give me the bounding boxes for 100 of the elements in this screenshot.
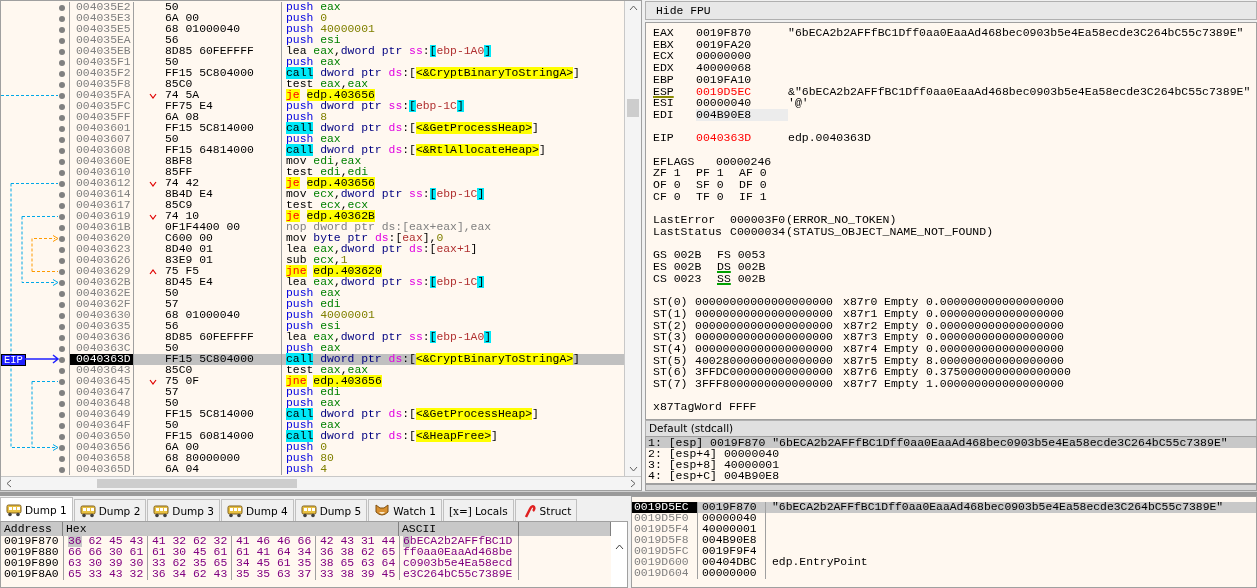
register-value[interactable]: 00000000: [696, 50, 788, 63]
breakpoint-dot-icon[interactable]: [59, 290, 65, 297]
column-header[interactable]: Hex: [63, 522, 399, 536]
register-value[interactable]: C0000034: [730, 225, 786, 238]
tab[interactable]: Dump 1: [0, 497, 73, 521]
register-value[interactable]: 002B: [737, 261, 766, 273]
register-value[interactable]: 00000000000000000000: [695, 307, 843, 320]
breakpoint-dot-icon[interactable]: [59, 411, 65, 418]
register-value[interactable]: 004B90E8: [696, 108, 788, 121]
breakpoint-dot-icon[interactable]: [59, 48, 65, 55]
breakpoint-dot-icon[interactable]: [59, 191, 65, 198]
horizontal-scrollbar[interactable]: [1, 476, 641, 490]
breakpoint-dot-icon[interactable]: [59, 279, 65, 286]
register-value[interactable]: 40000068: [696, 62, 788, 74]
breakpoint-dot-icon[interactable]: [59, 268, 65, 275]
scroll-thumb[interactable]: [97, 479, 297, 488]
breakpoint-dot-icon[interactable]: [59, 466, 65, 473]
register-value[interactable]: 40028000000000000000: [695, 354, 843, 367]
argument-row[interactable]: 1: [esp] 0019F870 "6bECA2b2AFFfBC1Dff0aa0EaaAd468bec0903b5e4Ea58ecde3C264bC55c7389E": [646, 437, 1256, 448]
horizontal-scrollbar[interactable]: [645, 484, 1257, 491]
breakpoint-dot-icon[interactable]: [59, 202, 65, 209]
tab[interactable]: Dump 2: [73, 499, 147, 521]
register-value[interactable]: 002B: [673, 261, 702, 273]
register-value[interactable]: 00000000000000000000: [695, 319, 843, 332]
register-value[interactable]: 0019FA10: [696, 73, 788, 86]
argument-row[interactable]: 3: [esp+8] 40000001: [646, 459, 1256, 470]
column-header[interactable]: Address: [1, 522, 63, 536]
breakpoint-dot-icon[interactable]: [59, 37, 65, 44]
breakpoint-dot-icon[interactable]: [59, 444, 65, 451]
flag-value[interactable]: CF 0: [653, 190, 696, 203]
breakpoint-dot-icon[interactable]: [59, 334, 65, 341]
breakpoint-dot-icon[interactable]: [59, 356, 65, 363]
scroll-right-icon[interactable]: [630, 479, 636, 488]
breakpoint-dot-icon[interactable]: [59, 180, 65, 187]
scroll-left-icon[interactable]: [6, 479, 12, 488]
flag-value[interactable]: OF 0: [653, 179, 696, 191]
breakpoint-dot-icon[interactable]: [59, 323, 65, 330]
tab[interactable]: Watch 1: [368, 499, 442, 521]
argument-row[interactable]: 2: [esp+4] 00000040: [646, 448, 1256, 459]
hide-fpu-button[interactable]: Hide FPU: [645, 1, 1257, 20]
breakpoint-dot-icon[interactable]: [59, 455, 65, 462]
register-value[interactable]: 0023: [673, 272, 702, 285]
flag-value[interactable]: SF 0: [696, 179, 739, 191]
breakpoint-dot-icon[interactable]: [59, 59, 65, 66]
tab[interactable]: Dump 5: [294, 499, 368, 521]
breakpoint-dot-icon[interactable]: [59, 125, 65, 132]
scroll-thumb[interactable]: [627, 99, 639, 117]
register-value[interactable]: 3FFF8000000000000000: [695, 378, 843, 390]
register-value[interactable]: 0053: [737, 249, 766, 261]
breakpoint-dot-icon[interactable]: [59, 70, 65, 77]
flag-value[interactable]: DF 0: [739, 179, 782, 191]
breakpoint-dot-icon[interactable]: [59, 114, 65, 121]
register-value[interactable]: 0019FA20: [696, 38, 788, 51]
breakpoint-dot-icon[interactable]: [59, 136, 65, 143]
breakpoint-dot-icon[interactable]: [59, 257, 65, 264]
column-header[interactable]: ASCII: [399, 522, 519, 536]
breakpoint-dot-icon[interactable]: [59, 92, 65, 99]
breakpoint-dot-icon[interactable]: [59, 81, 65, 88]
breakpoint-dot-icon[interactable]: [59, 312, 65, 319]
register-value[interactable]: 002B: [673, 249, 702, 261]
vertical-scrollbar[interactable]: [624, 1, 641, 476]
breakpoint-dot-icon[interactable]: [59, 378, 65, 385]
register-value[interactable]: FFFF: [728, 401, 757, 414]
register-value[interactable]: 002B: [737, 272, 766, 285]
register-value[interactable]: 00000246: [716, 155, 1256, 168]
register-value[interactable]: 00000000000000000000: [695, 342, 843, 355]
register-value[interactable]: 00000040: [696, 97, 788, 109]
flag-value[interactable]: AF 0: [739, 167, 782, 180]
breakpoint-dot-icon[interactable]: [59, 158, 65, 165]
breakpoint-dot-icon[interactable]: [59, 213, 65, 220]
register-value[interactable]: 0019F870: [696, 27, 788, 39]
breakpoint-dot-icon[interactable]: [59, 433, 65, 440]
tab[interactable]: Struct: [514, 499, 578, 521]
scroll-up-icon[interactable]: [628, 5, 638, 11]
register-value[interactable]: 3FFDC000000000000000: [695, 366, 843, 378]
register-value[interactable]: 00000000000000000000: [695, 331, 843, 343]
breakpoint-dot-icon[interactable]: [59, 345, 65, 352]
breakpoint-dot-icon[interactable]: [59, 246, 65, 253]
register-value[interactable]: 000003F0: [730, 214, 786, 226]
flag-value[interactable]: TF 0: [696, 190, 739, 203]
breakpoint-dot-icon[interactable]: [59, 224, 65, 231]
breakpoint-dot-icon[interactable]: [59, 169, 65, 176]
breakpoint-dot-icon[interactable]: [59, 4, 65, 11]
breakpoint-dot-icon[interactable]: [59, 235, 65, 242]
breakpoint-dot-icon[interactable]: [59, 389, 65, 396]
breakpoint-dot-icon[interactable]: [59, 26, 65, 33]
tab[interactable]: Dump 4: [220, 499, 294, 521]
breakpoint-dot-icon[interactable]: [59, 422, 65, 429]
flag-value[interactable]: IF 1: [739, 190, 782, 203]
register-value[interactable]: 0019D5EC: [696, 85, 788, 98]
breakpoint-dot-icon[interactable]: [59, 301, 65, 308]
argument-row[interactable]: 4: [esp+C] 004B90E8: [646, 470, 1256, 481]
register-value[interactable]: 00000000000000000000: [695, 296, 843, 308]
breakpoint-dot-icon[interactable]: [59, 103, 65, 110]
tab[interactable]: [x=] Locals: [443, 499, 514, 521]
flag-value[interactable]: ZF 1: [653, 167, 696, 180]
calling-convention-header[interactable]: Default (stdcall): [645, 420, 1257, 436]
breakpoint-dot-icon[interactable]: [59, 367, 65, 374]
register-value[interactable]: 0040363D: [696, 132, 788, 144]
tab[interactable]: Dump 3: [147, 499, 220, 521]
